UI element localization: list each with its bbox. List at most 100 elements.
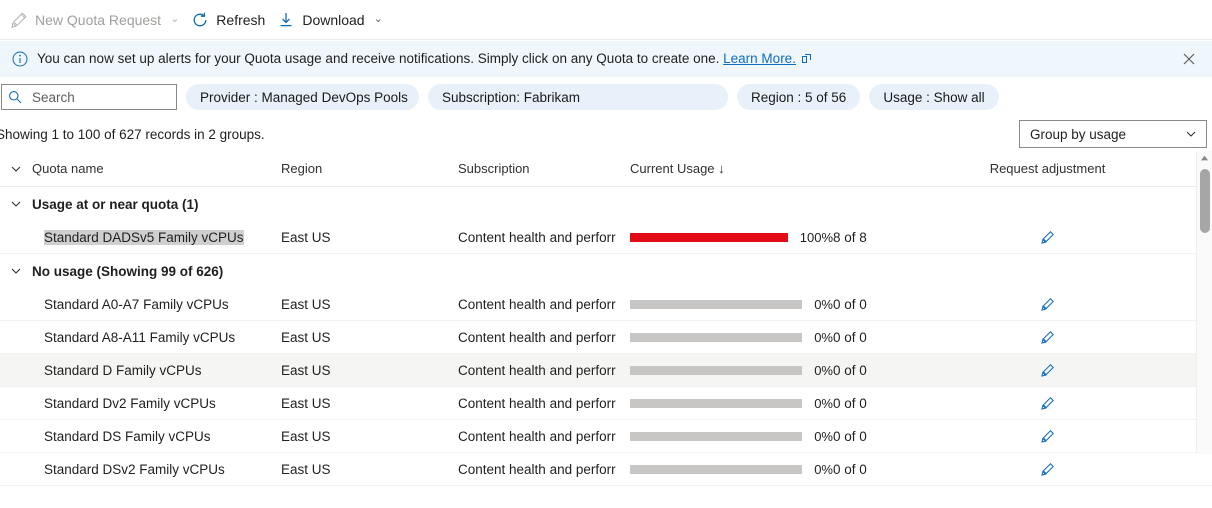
scroll-up-button[interactable] bbox=[1197, 151, 1212, 165]
table-row[interactable]: Standard A8-A11 Family vCPUs East US Con… bbox=[0, 321, 1212, 354]
column-header-quota-name[interactable]: Quota name bbox=[32, 161, 281, 176]
cell-quota-name[interactable]: Standard DADSv5 Family vCPUs bbox=[32, 229, 281, 245]
refresh-label: Refresh bbox=[216, 11, 266, 28]
cell-region: East US bbox=[281, 395, 331, 411]
request-adjustment-button[interactable] bbox=[1037, 359, 1059, 381]
table-row[interactable]: Standard DS Family vCPUs East US Content… bbox=[0, 420, 1212, 453]
request-adjustment-button[interactable] bbox=[1037, 226, 1059, 248]
column-header-subscription[interactable]: Subscription bbox=[458, 161, 630, 176]
quota-table: Quota name Region Subscription Current U… bbox=[0, 151, 1212, 486]
pencil-icon bbox=[1041, 330, 1054, 344]
vertical-scrollbar[interactable] bbox=[1196, 151, 1212, 454]
cell-quota-name[interactable]: Standard A8-A11 Family vCPUs bbox=[32, 330, 281, 345]
request-adjustment-button[interactable] bbox=[1037, 326, 1059, 348]
chevron-up-icon bbox=[1200, 155, 1209, 161]
usage-bar bbox=[630, 431, 803, 441]
usage-bar bbox=[630, 299, 803, 309]
cell-usage-count: 0 of 0 bbox=[833, 296, 867, 312]
cell-current-usage: 0% bbox=[630, 429, 833, 444]
command-toolbar: New Quota Request ⌄ Refresh Download ⌄ bbox=[0, 0, 1212, 40]
group-header-no-usage[interactable]: No usage (Showing 99 of 626) bbox=[0, 254, 1212, 288]
cell-quota-name-text: Standard DADSv5 Family vCPUs bbox=[44, 229, 244, 245]
table-row[interactable]: Standard DADSv5 Family vCPUs East US Con… bbox=[0, 221, 1212, 254]
new-quota-request-label: New Quota Request bbox=[35, 11, 162, 28]
sort-descending-icon: ↓ bbox=[718, 161, 725, 176]
cell-region: East US bbox=[281, 461, 331, 477]
new-quota-request-button[interactable]: New Quota Request ⌄ bbox=[4, 4, 185, 36]
request-adjustment-button[interactable] bbox=[1037, 458, 1059, 480]
pencil-icon bbox=[1041, 363, 1054, 377]
cell-request-adjustment bbox=[923, 392, 1212, 414]
filter-bar: Provider : Managed DevOps Pools Subscrip… bbox=[0, 77, 1212, 117]
request-adjustment-button[interactable] bbox=[1037, 293, 1059, 315]
pencil-icon bbox=[10, 11, 28, 29]
filter-pill-usage[interactable]: Usage : Show all bbox=[869, 84, 999, 110]
group-header-usage-at-or-near-quota[interactable]: Usage at or near quota (1) bbox=[0, 187, 1212, 221]
column-header-current-usage-label: Current Usage bbox=[630, 161, 715, 176]
download-button[interactable]: Download ⌄ bbox=[271, 4, 388, 36]
table-row[interactable]: Standard Dv2 Family vCPUs East US Conten… bbox=[0, 387, 1212, 420]
usage-bar bbox=[630, 365, 803, 375]
search-input[interactable] bbox=[30, 88, 170, 106]
table-row[interactable]: Standard D Family vCPUs East US Content … bbox=[0, 354, 1212, 387]
table-row[interactable]: Standard A0-A7 Family vCPUs East US Cont… bbox=[0, 288, 1212, 321]
group-by-value: Group by usage bbox=[1030, 126, 1127, 142]
collapse-all-toggle[interactable] bbox=[0, 163, 32, 175]
usage-percent: 100% bbox=[799, 229, 833, 245]
cell-quota-name[interactable]: Standard A0-A7 Family vCPUs bbox=[32, 297, 281, 312]
search-icon bbox=[8, 90, 22, 104]
table-row[interactable]: Standard DSv2 Family vCPUs East US Conte… bbox=[0, 453, 1212, 486]
filter-pill-region[interactable]: Region : 5 of 56 bbox=[737, 84, 861, 110]
column-header-region[interactable]: Region bbox=[281, 161, 458, 176]
cell-usage-count: 0 of 0 bbox=[833, 329, 867, 345]
chevron-down-icon: ⌄ bbox=[373, 13, 383, 25]
refresh-button[interactable]: Refresh bbox=[185, 4, 271, 36]
filter-pill-provider[interactable]: Provider : Managed DevOps Pools bbox=[186, 84, 419, 110]
chevron-down-icon bbox=[11, 166, 21, 172]
column-header-current-usage[interactable]: Current Usage ↓ bbox=[630, 161, 833, 176]
cell-subscription: Content health and perforr bbox=[458, 296, 616, 312]
scrollbar-thumb[interactable] bbox=[1200, 169, 1210, 233]
cell-request-adjustment bbox=[923, 458, 1212, 480]
group-header-label: Usage at or near quota (1) bbox=[32, 196, 199, 212]
cell-request-adjustment bbox=[923, 226, 1212, 248]
chevron-down-icon bbox=[11, 201, 21, 207]
filter-pill-provider-label: Provider : Managed DevOps Pools bbox=[200, 89, 408, 105]
usage-bar bbox=[630, 398, 803, 408]
request-adjustment-button[interactable] bbox=[1037, 425, 1059, 447]
info-icon bbox=[12, 51, 28, 67]
external-link-icon bbox=[801, 52, 812, 63]
group-toggle-icon[interactable] bbox=[0, 198, 32, 210]
cell-quota-name[interactable]: Standard DS Family vCPUs bbox=[32, 429, 281, 444]
usage-percent: 0% bbox=[814, 428, 833, 444]
cell-quota-name[interactable]: Standard Dv2 Family vCPUs bbox=[32, 396, 281, 411]
cell-request-adjustment bbox=[923, 293, 1212, 315]
cell-current-usage: 0% bbox=[630, 462, 833, 477]
cell-quota-name[interactable]: Standard DSv2 Family vCPUs bbox=[32, 462, 281, 477]
cell-request-adjustment bbox=[923, 326, 1212, 348]
filter-pill-subscription[interactable]: Subscription: Fabrikam bbox=[428, 84, 728, 110]
search-box[interactable] bbox=[1, 84, 177, 110]
cell-quota-name[interactable]: Standard D Family vCPUs bbox=[32, 363, 281, 378]
group-header-label: No usage (Showing 99 of 626) bbox=[32, 263, 224, 279]
usage-bar bbox=[630, 332, 803, 342]
learn-more-link[interactable]: Learn More. bbox=[723, 51, 796, 66]
banner-close-button[interactable] bbox=[1176, 46, 1202, 72]
group-by-select[interactable]: Group by usage bbox=[1019, 120, 1207, 148]
usage-percent: 0% bbox=[814, 362, 833, 378]
banner-message: You can now set up alerts for your Quota… bbox=[37, 51, 1176, 67]
cell-subscription: Content health and perforr bbox=[458, 395, 616, 411]
cell-current-usage: 0% bbox=[630, 363, 833, 378]
usage-bar bbox=[630, 232, 788, 242]
column-header-request-adjustment: Request adjustment bbox=[989, 161, 1106, 176]
cell-usage-count: 0 of 0 bbox=[833, 428, 867, 444]
filter-pill-region-label: Region : 5 of 56 bbox=[751, 89, 847, 105]
cell-usage-count: 0 of 0 bbox=[833, 362, 867, 378]
request-adjustment-button[interactable] bbox=[1037, 392, 1059, 414]
table-header-row: Quota name Region Subscription Current U… bbox=[0, 151, 1212, 187]
filter-pill-usage-label: Usage : Show all bbox=[883, 89, 985, 105]
group-toggle-icon[interactable] bbox=[0, 265, 32, 277]
usage-percent: 0% bbox=[814, 329, 833, 345]
pencil-icon bbox=[1041, 396, 1054, 410]
usage-percent: 0% bbox=[814, 395, 833, 411]
